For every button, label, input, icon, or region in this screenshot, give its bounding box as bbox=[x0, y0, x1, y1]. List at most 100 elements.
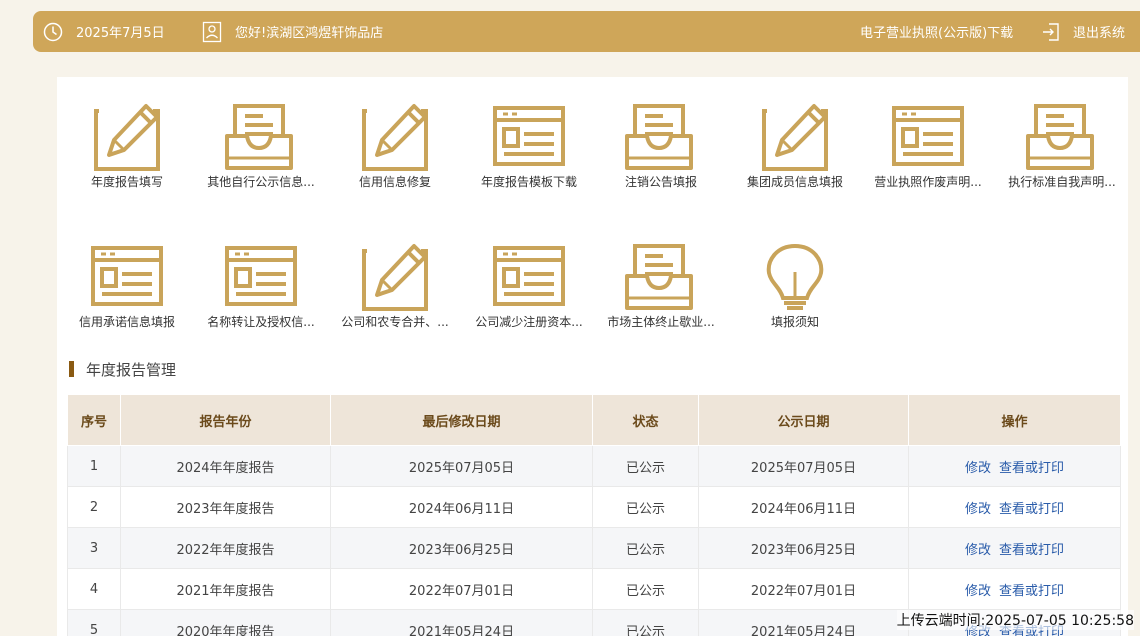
logout-icon[interactable] bbox=[1041, 22, 1061, 42]
table-row: 2 2023年年度报告 2024年06月11日 已公示 2024年06月11日 … bbox=[67, 486, 1121, 528]
edit-link[interactable]: 修改 bbox=[965, 584, 991, 599]
cell-year: 2020年年度报告 bbox=[120, 609, 331, 636]
tile-label[interactable]: 名称转让及授权信... bbox=[194, 313, 328, 330]
cell-published: 2021年05月24日 bbox=[698, 609, 909, 636]
form-icon[interactable] bbox=[493, 102, 565, 174]
cell-status: 已公示 bbox=[592, 609, 699, 636]
tile-group-member-info[interactable]: 集团成员信息填报 bbox=[728, 102, 862, 212]
edit-icon[interactable] bbox=[91, 102, 163, 174]
cell-modified: 2024年06月11日 bbox=[330, 486, 593, 528]
form-icon[interactable] bbox=[892, 102, 964, 174]
edit-link[interactable]: 修改 bbox=[965, 461, 991, 476]
tile-company-merger[interactable]: 公司和农专合并、... bbox=[328, 242, 462, 352]
view-print-link[interactable]: 查看或打印 bbox=[999, 543, 1064, 558]
tile-label[interactable]: 执行标准自我声明... bbox=[995, 173, 1129, 190]
date-text: 2025年7月5日 bbox=[76, 26, 165, 41]
tile-credit-repair[interactable]: 信用信息修复 bbox=[328, 102, 462, 212]
view-print-link[interactable]: 查看或打印 bbox=[999, 461, 1064, 476]
tile-credit-commitment[interactable]: 信用承诺信息填报 bbox=[60, 242, 194, 352]
tile-label[interactable]: 年度报告填写 bbox=[60, 173, 194, 190]
edit-icon[interactable] bbox=[359, 102, 431, 174]
greeting: 您好!滨湖区鸿煜轩饰品店 bbox=[202, 11, 383, 52]
edit-link[interactable]: 修改 bbox=[965, 502, 991, 517]
cell-actions: 修改 查看或打印 bbox=[908, 486, 1121, 528]
license-download-label[interactable]: 电子营业执照(公示版)下载 bbox=[860, 22, 1013, 41]
col-header-actions: 操作 bbox=[908, 394, 1121, 446]
tile-label[interactable]: 公司和农专合并、... bbox=[328, 313, 462, 330]
view-print-link[interactable]: 查看或打印 bbox=[999, 584, 1064, 599]
tile-label[interactable]: 年度报告模板下载 bbox=[462, 173, 596, 190]
edit-icon[interactable] bbox=[359, 242, 431, 314]
clock-icon bbox=[43, 22, 63, 41]
tile-label[interactable]: 信用承诺信息填报 bbox=[60, 313, 194, 330]
tile-label[interactable]: 填报须知 bbox=[728, 313, 862, 330]
cell-modified: 2023年06月25日 bbox=[330, 527, 593, 569]
section-title-text: 年度报告管理 bbox=[86, 360, 177, 379]
inbox-icon[interactable] bbox=[625, 102, 697, 174]
inbox-icon[interactable] bbox=[625, 242, 697, 314]
upload-time-overlay: 上传云端时间:2025-07-05 10:25:58 bbox=[896, 610, 1134, 630]
cell-published: 2024年06月11日 bbox=[698, 486, 909, 528]
tile-label[interactable]: 注销公告填报 bbox=[594, 173, 728, 190]
cell-published: 2025年07月05日 bbox=[698, 445, 909, 487]
cell-status: 已公示 bbox=[592, 445, 699, 487]
tile-standard-self-declaration[interactable]: 执行标准自我声明... bbox=[995, 102, 1129, 212]
license-download-link[interactable]: 电子营业执照(公示版)下载 bbox=[860, 11, 1013, 52]
tile-filing-notes[interactable]: 填报须知 bbox=[728, 242, 862, 352]
date-display: 2025年7月5日 bbox=[43, 11, 165, 52]
annual-report-table: 序号 报告年份 最后修改日期 状态 公示日期 操作 1 2024年年度报告 20… bbox=[67, 394, 1121, 636]
cell-year: 2021年年度报告 bbox=[120, 568, 331, 610]
tile-label[interactable]: 其他自行公示信息... bbox=[194, 173, 328, 190]
tile-label[interactable]: 公司减少注册资本... bbox=[462, 313, 596, 330]
tile-license-void-statement[interactable]: 营业执照作废声明... bbox=[861, 102, 995, 212]
logout-label[interactable]: 退出系统 bbox=[1073, 22, 1125, 41]
lightbulb-icon[interactable] bbox=[759, 242, 831, 314]
inbox-icon[interactable] bbox=[225, 102, 297, 174]
form-icon[interactable] bbox=[91, 242, 163, 314]
cell-actions: 修改 查看或打印 bbox=[908, 527, 1121, 569]
section-title: 年度报告管理 bbox=[69, 359, 176, 379]
tile-other-self-disclosure[interactable]: 其他自行公示信息... bbox=[194, 102, 328, 212]
tile-annual-report-fill[interactable]: 年度报告填写 bbox=[60, 102, 194, 212]
cell-status: 已公示 bbox=[592, 568, 699, 610]
tile-business-suspension[interactable]: 市场主体终止歇业... bbox=[594, 242, 728, 352]
user-icon bbox=[202, 21, 222, 42]
tile-label[interactable]: 集团成员信息填报 bbox=[728, 173, 862, 190]
tile-name-transfer[interactable]: 名称转让及授权信... bbox=[194, 242, 328, 352]
col-header-no: 序号 bbox=[67, 394, 121, 446]
cell-year: 2024年年度报告 bbox=[120, 445, 331, 487]
cell-actions: 修改 查看或打印 bbox=[908, 445, 1121, 487]
top-bar: 2025年7月5日 您好!滨湖区鸿煜轩饰品店 电子营业执照(公示版)下载 退出系… bbox=[33, 11, 1140, 52]
cell-published: 2023年06月25日 bbox=[698, 527, 909, 569]
cell-status: 已公示 bbox=[592, 527, 699, 569]
table-row: 1 2024年年度报告 2025年07月05日 已公示 2025年07月05日 … bbox=[67, 445, 1121, 487]
cell-no: 5 bbox=[67, 609, 121, 636]
cell-modified: 2025年07月05日 bbox=[330, 445, 593, 487]
edit-link[interactable]: 修改 bbox=[965, 543, 991, 558]
inbox-icon[interactable] bbox=[1026, 102, 1098, 174]
cell-no: 4 bbox=[67, 568, 121, 610]
cell-actions: 修改 查看或打印 bbox=[908, 568, 1121, 610]
section-marker bbox=[69, 361, 74, 377]
table-header-row: 序号 报告年份 最后修改日期 状态 公示日期 操作 bbox=[67, 394, 1121, 446]
cell-modified: 2022年07月01日 bbox=[330, 568, 593, 610]
col-header-status: 状态 bbox=[592, 394, 699, 446]
edit-icon[interactable] bbox=[759, 102, 831, 174]
cell-year: 2022年年度报告 bbox=[120, 527, 331, 569]
tile-deregistration-notice[interactable]: 注销公告填报 bbox=[594, 102, 728, 212]
form-icon[interactable] bbox=[225, 242, 297, 314]
view-print-link[interactable]: 查看或打印 bbox=[999, 502, 1064, 517]
table-row: 4 2021年年度报告 2022年07月01日 已公示 2022年07月01日 … bbox=[67, 568, 1121, 610]
col-header-year: 报告年份 bbox=[120, 394, 331, 446]
tile-label[interactable]: 营业执照作废声明... bbox=[861, 173, 995, 190]
logout-button[interactable]: 退出系统 bbox=[1041, 11, 1125, 52]
form-icon[interactable] bbox=[493, 242, 565, 314]
tile-report-template-download[interactable]: 年度报告模板下载 bbox=[462, 102, 596, 212]
tile-label[interactable]: 市场主体终止歇业... bbox=[594, 313, 728, 330]
greeting-text: 您好!滨湖区鸿煜轩饰品店 bbox=[235, 26, 384, 41]
cell-no: 1 bbox=[67, 445, 121, 487]
tile-capital-reduction[interactable]: 公司减少注册资本... bbox=[462, 242, 596, 352]
cell-modified: 2021年05月24日 bbox=[330, 609, 593, 636]
tile-label[interactable]: 信用信息修复 bbox=[328, 173, 462, 190]
table-row: 3 2022年年度报告 2023年06月25日 已公示 2023年06月25日 … bbox=[67, 527, 1121, 569]
